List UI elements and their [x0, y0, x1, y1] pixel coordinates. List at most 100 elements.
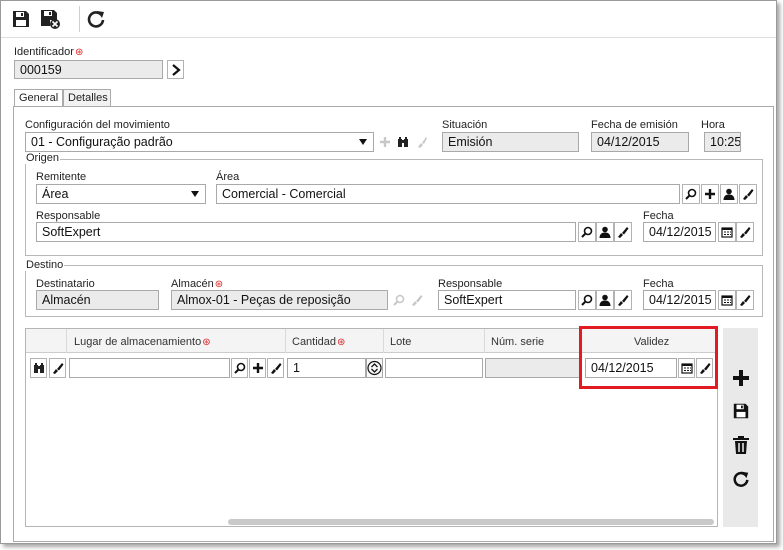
validez-highlight	[579, 326, 718, 389]
fecha-emision-field: 04/12/2015	[591, 132, 689, 152]
area-field[interactable]: Comercial - Comercial	[216, 184, 680, 204]
identificador-label: Identificador⊛	[14, 46, 83, 58]
save-button[interactable]	[9, 7, 33, 31]
required-icon: ⊛	[214, 279, 224, 290]
destino-responsable-clear-button[interactable]	[614, 290, 632, 310]
config-add-button[interactable]	[378, 132, 392, 152]
user-icon	[599, 294, 611, 306]
row-clear-button[interactable]	[49, 358, 66, 378]
destino-responsable-label: Responsable	[438, 278, 503, 290]
almacen-label: Almacén⊛	[171, 278, 223, 290]
area-search-button[interactable]	[682, 184, 700, 204]
cantidad-stepper[interactable]	[366, 358, 383, 378]
refresh-button[interactable]	[84, 7, 108, 31]
lote-input[interactable]	[385, 358, 483, 378]
tab-general[interactable]: General	[14, 89, 63, 107]
config-value: 01 - Configuração padrão	[31, 135, 173, 149]
required-icon: ⊛	[202, 337, 211, 348]
scrollbar-thumb[interactable]	[228, 519, 714, 525]
eraser-icon	[418, 137, 427, 148]
eraser-icon	[52, 363, 63, 374]
plus-icon	[252, 363, 263, 373]
destinatario-label: Destinatario	[36, 278, 95, 290]
lugar-input[interactable]	[69, 358, 230, 378]
almacen-search-button[interactable]	[390, 290, 408, 310]
eraser-icon	[270, 363, 281, 374]
hora-field: 10:25	[704, 132, 741, 152]
search-icon	[581, 294, 593, 306]
window-frame: Identificador⊛ 000159 General Detalles C…	[0, 0, 777, 544]
search-icon	[581, 226, 593, 238]
area-add-button[interactable]	[701, 184, 719, 204]
save-close-icon	[41, 10, 60, 29]
add-row-button[interactable]	[731, 368, 751, 388]
almacen-clear-button[interactable]	[408, 290, 426, 310]
destinatario-field: Almacén	[36, 290, 159, 310]
save-icon	[733, 403, 749, 419]
refresh-grid-button[interactable]	[731, 469, 751, 489]
horizontal-scrollbar[interactable]	[226, 519, 716, 525]
origen-fecha-field[interactable]: 04/12/2015	[643, 222, 716, 242]
save-and-close-button[interactable]	[38, 7, 62, 31]
remitente-select[interactable]: Área	[36, 184, 206, 204]
fecha-emision-label: Fecha de emisión	[591, 119, 678, 131]
grid-side-actions	[723, 328, 758, 527]
destino-fecha-clear-button[interactable]	[736, 290, 754, 310]
destino-responsable-field[interactable]: SoftExpert	[438, 290, 576, 310]
lugar-add-button[interactable]	[249, 358, 266, 378]
destino-fecha-calendar-button[interactable]	[718, 290, 736, 310]
binoculars-icon	[33, 363, 44, 373]
almacen-field: Almox-01 - Peças de reposição	[171, 290, 388, 310]
eraser-icon	[618, 227, 629, 238]
tab-detalles[interactable]: Detalles	[63, 89, 111, 106]
origen-fecha-calendar-button[interactable]	[718, 222, 736, 242]
required-icon: ⊛	[337, 337, 346, 348]
toolbar	[1, 1, 776, 38]
lugar-clear-button[interactable]	[267, 358, 284, 378]
origen-fecha-clear-button[interactable]	[736, 222, 754, 242]
origen-responsable-label: Responsable	[36, 210, 101, 222]
destino-fecha-field[interactable]: 04/12/2015	[643, 290, 716, 310]
origen-responsable-clear-button[interactable]	[614, 222, 632, 242]
identificador-field[interactable]: 000159	[14, 60, 163, 79]
situacion-label: Situación	[442, 119, 488, 131]
col-cantidad-label: Cantidad	[292, 336, 337, 348]
destino-responsable-search-button[interactable]	[578, 290, 596, 310]
origen-responsable-search-button[interactable]	[578, 222, 596, 242]
save-row-button[interactable]	[731, 401, 751, 421]
col-lote-header: Lote	[390, 336, 412, 348]
destino-responsable-user-button[interactable]	[596, 290, 614, 310]
eraser-icon	[412, 295, 423, 306]
chevron-down-icon	[191, 191, 199, 197]
situacion-field: Emisión	[442, 132, 579, 152]
config-clear-button[interactable]	[413, 132, 431, 152]
plus-icon	[380, 137, 390, 147]
area-clear-button[interactable]	[739, 184, 757, 204]
plus-icon	[705, 189, 715, 199]
config-view-button[interactable]	[394, 132, 412, 152]
area-user-button[interactable]	[720, 184, 738, 204]
lugar-search-button[interactable]	[231, 358, 248, 378]
delete-row-button[interactable]	[731, 435, 751, 455]
column-separator	[285, 329, 286, 353]
search-icon	[393, 294, 405, 306]
remitente-value: Área	[42, 187, 69, 201]
save-icon	[13, 11, 29, 27]
origen-responsable-user-button[interactable]	[596, 222, 614, 242]
hora-label: Hora	[701, 119, 725, 131]
refresh-icon	[87, 11, 105, 28]
add-icon	[733, 370, 749, 386]
row-view-button[interactable]	[30, 358, 47, 378]
delete-icon	[733, 436, 749, 454]
remitente-label: Remitente	[36, 171, 87, 183]
origen-responsable-field[interactable]: SoftExpert	[36, 222, 576, 242]
cantidad-input[interactable]: 1	[287, 358, 366, 378]
chevron-right-icon	[171, 63, 181, 76]
eraser-icon	[740, 227, 751, 238]
user-icon	[599, 226, 611, 238]
search-icon	[233, 362, 245, 374]
column-separator	[484, 329, 485, 353]
column-separator	[66, 329, 67, 353]
config-select[interactable]: 01 - Configuração padrão	[25, 132, 374, 152]
identificador-go-button[interactable]	[167, 60, 184, 79]
